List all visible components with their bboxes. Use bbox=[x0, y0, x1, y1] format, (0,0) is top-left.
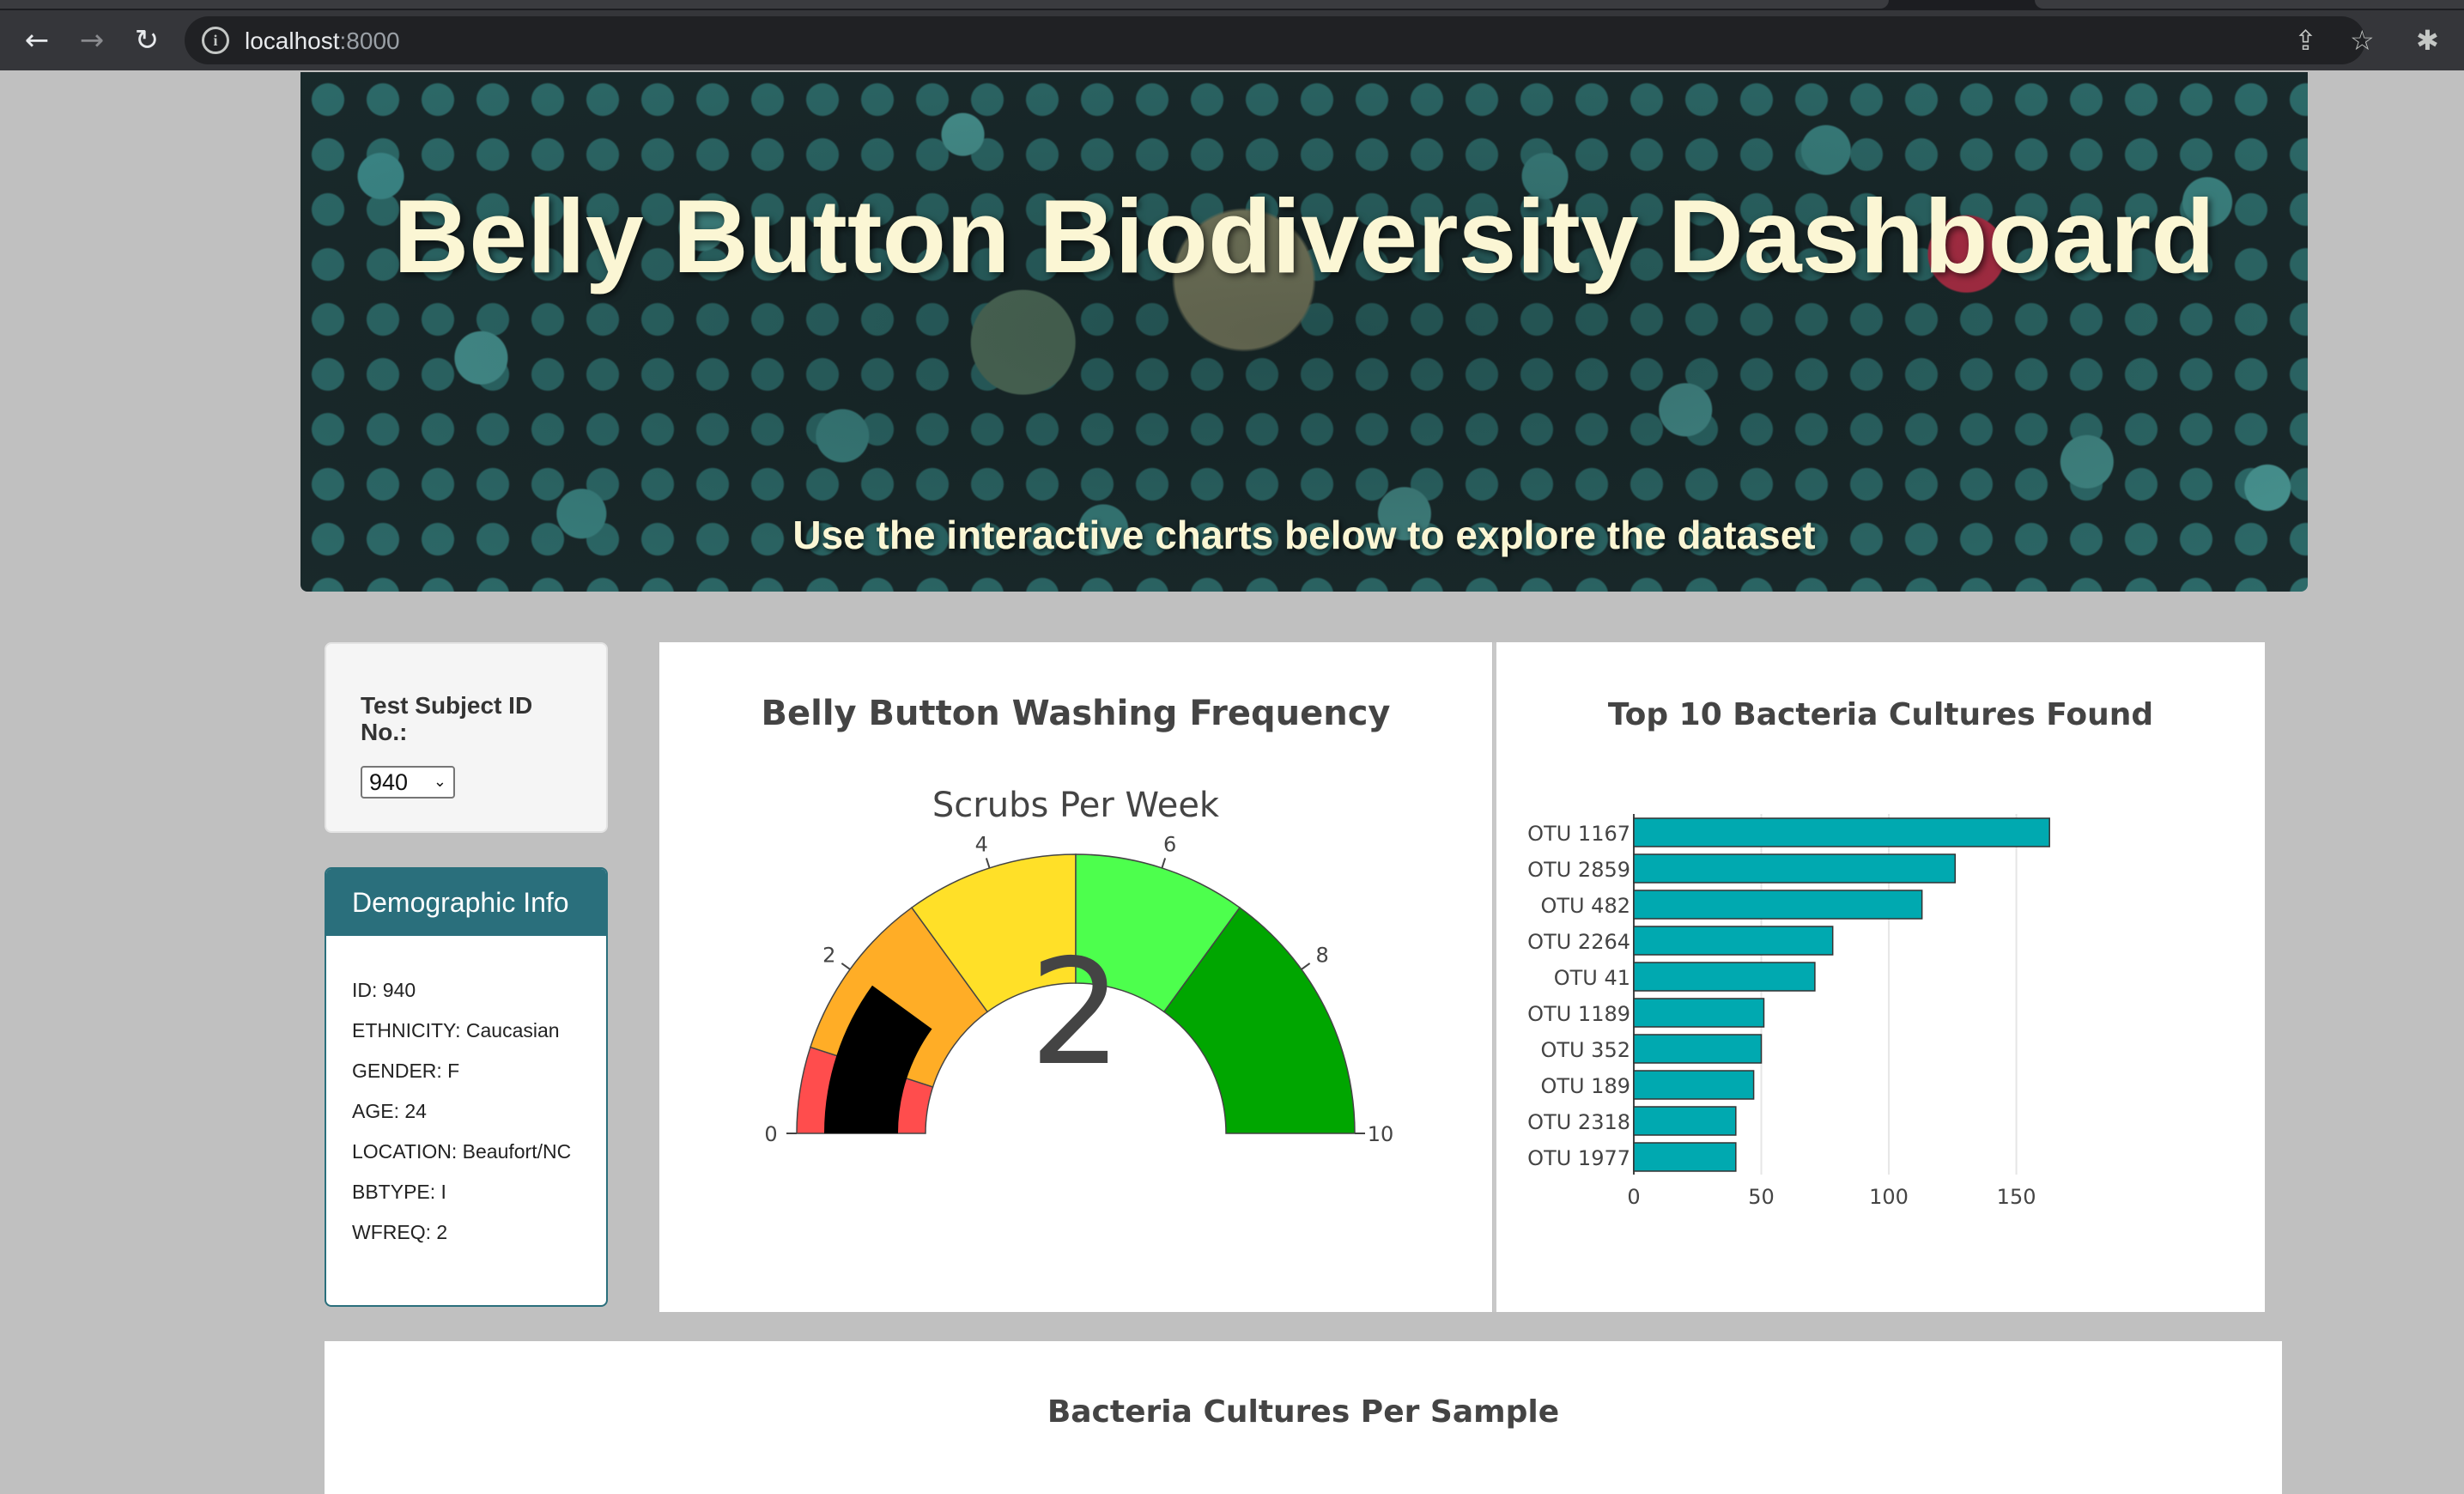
demo-row-age: AGE: 24 bbox=[352, 1100, 427, 1122]
gauge-value-number: 2 bbox=[1029, 928, 1122, 1098]
bar-category-label-7: OTU 189 bbox=[1540, 1074, 1630, 1098]
bar-0[interactable] bbox=[1633, 817, 2050, 847]
forward-arrow-icon[interactable]: → bbox=[70, 19, 113, 62]
bar-category-label-6: OTU 352 bbox=[1540, 1038, 1630, 1062]
back-arrow-icon[interactable]: ← bbox=[15, 19, 58, 62]
bar-category-label-9: OTU 1977 bbox=[1527, 1146, 1630, 1170]
gauge-tick-label-2: 2 bbox=[822, 943, 835, 967]
bar-category-label-4: OTU 41 bbox=[1554, 966, 1630, 990]
demo-row-bbtype: BBTYPE: I bbox=[352, 1181, 446, 1203]
demo-row-id: ID: 940 bbox=[352, 979, 416, 1001]
demo-row-wfreq: WFREQ: 2 bbox=[352, 1221, 448, 1243]
demographic-info-title: Demographic Info bbox=[326, 869, 606, 936]
extensions-puzzle-icon[interactable]: ✱ bbox=[2416, 22, 2439, 58]
bar-x-tick-label-100: 100 bbox=[1869, 1185, 1909, 1209]
subject-id-value: 940 bbox=[369, 769, 409, 795]
bar-category-label-8: OTU 2318 bbox=[1527, 1110, 1630, 1134]
gauge-tick-2 bbox=[841, 963, 851, 970]
share-icon[interactable]: ⇪ bbox=[2294, 22, 2317, 58]
bar-3[interactable] bbox=[1633, 926, 1834, 956]
bar-x-tick-label-150: 150 bbox=[1997, 1185, 2036, 1209]
subject-selector-panel: Test Subject ID No.: 940 ⌄ bbox=[325, 642, 608, 833]
reload-icon[interactable]: ↻ bbox=[125, 19, 168, 62]
bar-category-label-1: OTU 2859 bbox=[1527, 858, 1630, 882]
page-title: Belly Button Biodiversity Dashboard bbox=[393, 178, 2215, 295]
bar-category-label-3: OTU 2264 bbox=[1527, 930, 1630, 954]
tab-strip bbox=[0, 0, 2464, 10]
bar-category-label-0: OTU 1167 bbox=[1527, 822, 1630, 846]
bar-4[interactable] bbox=[1633, 962, 1816, 992]
gauge-tick-label-8: 8 bbox=[1316, 943, 1329, 967]
demo-row-location: LOCATION: Beaufort/NC bbox=[352, 1140, 572, 1163]
active-tab[interactable] bbox=[0, 0, 1889, 9]
bar-6[interactable] bbox=[1633, 1034, 1763, 1064]
header-banner: Belly Button Biodiversity Dashboard Use … bbox=[300, 72, 2308, 592]
bar-x-tick-label-50: 50 bbox=[1748, 1185, 1775, 1209]
gauge-chart-card: Belly Button Washing Frequency Scrubs Pe… bbox=[659, 642, 1492, 1312]
bar-8[interactable] bbox=[1633, 1106, 1737, 1136]
site-info-icon[interactable]: i bbox=[202, 27, 229, 54]
inactive-tab[interactable] bbox=[2035, 0, 2464, 9]
bar-x-tick-label-0: 0 bbox=[1627, 1185, 1640, 1209]
chevron-down-icon: ⌄ bbox=[433, 773, 446, 791]
page-subtitle: Use the interactive charts below to expl… bbox=[792, 513, 1816, 557]
subject-id-select[interactable]: 940 ⌄ bbox=[361, 766, 455, 799]
bar-series bbox=[1633, 817, 2050, 1172]
demographic-info-body: ID: 940 ETHNICITY: Caucasian GENDER: F A… bbox=[326, 936, 606, 1244]
demographic-info-panel: Demographic Info ID: 940 ETHNICITY: Cauc… bbox=[325, 867, 608, 1307]
gauge-tick-label-6: 6 bbox=[1163, 832, 1176, 856]
bar-7[interactable] bbox=[1633, 1070, 1755, 1100]
bar-y-axis: OTU 1167 OTU 2859 OTU 482 OTU 2264 OTU 41 OTU… bbox=[1527, 822, 1630, 1170]
demo-row-gender: GENDER: F bbox=[352, 1060, 460, 1082]
gauge-tick-8 bbox=[1301, 963, 1311, 970]
gauge-tick-label-10: 10 bbox=[1368, 1122, 1394, 1146]
bar-1[interactable] bbox=[1633, 853, 1957, 884]
address-bar[interactable]: i localhost:8000 bbox=[185, 16, 2365, 64]
bubble-chart-title: Bacteria Cultures Per Sample bbox=[1047, 1394, 1560, 1430]
subject-selector-label: Test Subject ID No.: bbox=[361, 692, 533, 745]
bookmark-star-icon[interactable]: ☆ bbox=[2350, 22, 2375, 58]
gauge-tick-label-4: 4 bbox=[975, 832, 988, 856]
gauge-tick-4 bbox=[985, 858, 991, 869]
bar-category-label-5: OTU 1189 bbox=[1527, 1002, 1630, 1026]
bar-chart[interactable]: OTU 1167 OTU 2859 OTU 482 OTU 2264 OTU 41 OTU… bbox=[1496, 642, 2265, 1312]
gauge-tick-6 bbox=[1161, 858, 1167, 869]
bar-chart-card: Top 10 Bacteria Cultures Found OTU 1167 O… bbox=[1496, 642, 2265, 1312]
gauge-chart[interactable]: Scrubs Per Week 0 2 4 6 8 10 2 bbox=[659, 642, 1492, 1312]
demo-row-ethnicity: ETHNICITY: Caucasian bbox=[352, 1019, 560, 1042]
bar-5[interactable] bbox=[1633, 998, 1765, 1028]
bar-category-label-2: OTU 482 bbox=[1540, 894, 1630, 918]
bar-9[interactable] bbox=[1633, 1142, 1737, 1172]
url-text[interactable]: localhost:8000 bbox=[245, 27, 400, 55]
bubble-chart-card: Bacteria Cultures Per Sample bbox=[325, 1341, 2282, 1494]
gauge-subtitle: Scrubs Per Week bbox=[932, 786, 1220, 825]
bar-2[interactable] bbox=[1633, 890, 1923, 920]
gauge-tick-label-0: 0 bbox=[764, 1122, 777, 1146]
browser-toolbar: ← → ↻ i localhost:8000 ⇪ ☆ ✱ bbox=[0, 10, 2464, 70]
bar-x-axis: 0 50 100 150 bbox=[1627, 1185, 2036, 1209]
